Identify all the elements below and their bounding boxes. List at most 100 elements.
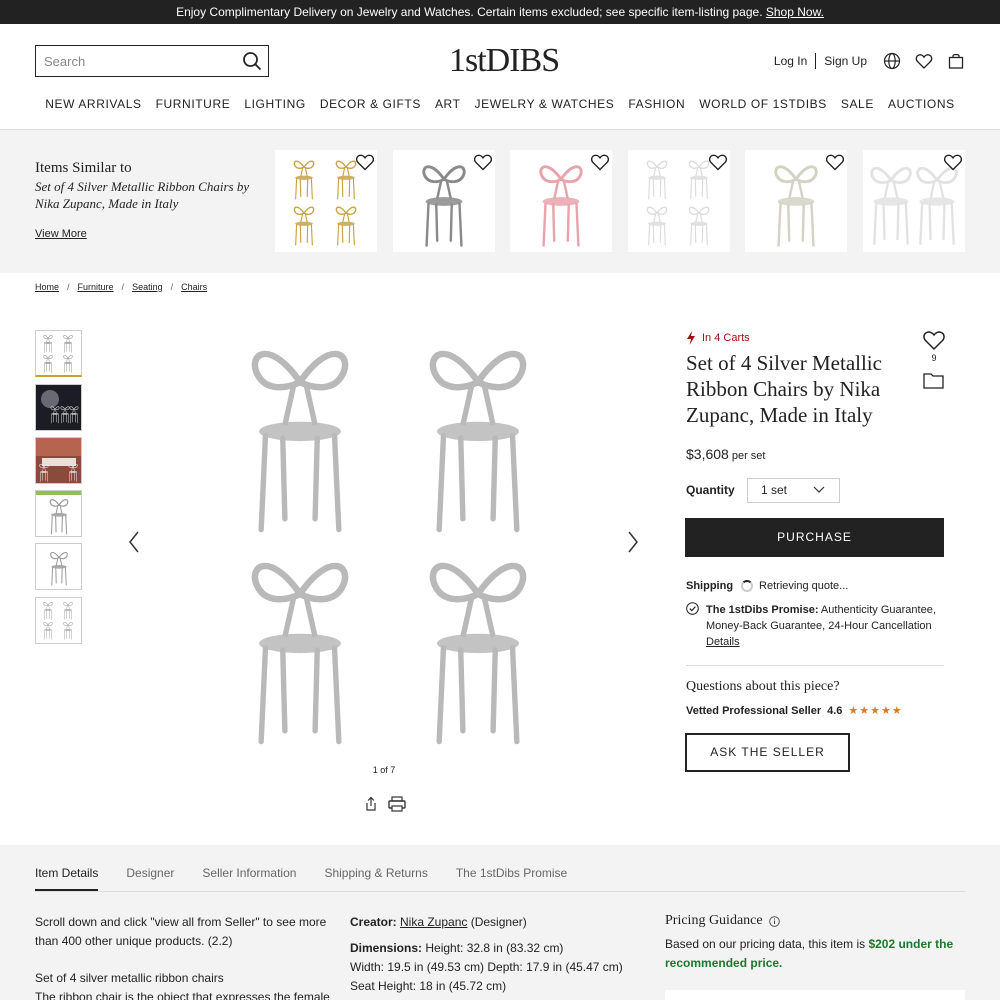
gallery-thumbnail[interactable]: [35, 543, 82, 590]
login-link[interactable]: Log In: [774, 54, 807, 68]
creator-link[interactable]: Nika Zupanc: [400, 915, 467, 929]
chair-image: [43, 334, 73, 373]
main-product-image[interactable]: [230, 330, 560, 750]
description-paragraph: The ribbon chair is the object that expr…: [35, 990, 330, 1000]
breadcrumb-separator: /: [67, 282, 70, 292]
nav-furniture[interactable]: FURNITURE: [156, 97, 231, 111]
ask-the-seller-button[interactable]: ASK THE SELLER: [685, 733, 850, 772]
description-paragraph: Set of 4 silver metallic ribbon chairs: [35, 971, 224, 985]
promise-title: The 1stDibs Promise:: [706, 604, 819, 616]
chair-image: [50, 551, 68, 586]
pricing-title: Pricing Guidance: [665, 913, 763, 928]
similar-item-card[interactable]: [628, 150, 730, 252]
nav-decor-gifts[interactable]: DECOR & GIFTS: [320, 97, 421, 111]
quantity-select[interactable]: 1 set: [747, 478, 840, 503]
creator-role: (Designer): [467, 915, 527, 929]
favorite-heart-icon[interactable]: [943, 152, 963, 172]
questions-heading: Questions about this piece?: [686, 679, 840, 694]
in-carts-badge: In 4 Carts: [686, 331, 750, 345]
favorite-heart-icon[interactable]: [355, 152, 375, 172]
similar-subtitle: Set of 4 Silver Metallic Ribbon Chairs b…: [35, 179, 250, 211]
nav-jewelry-watches[interactable]: JEWELRY & WATCHES: [475, 97, 615, 111]
shop-now-link[interactable]: Shop Now.: [766, 5, 824, 19]
nav-art[interactable]: ART: [435, 97, 461, 111]
breadcrumb-home[interactable]: Home: [35, 282, 59, 292]
lightning-icon: [687, 331, 695, 345]
nav-world-of-1stdibs[interactable]: WORLD OF 1STDIBS: [699, 97, 827, 111]
favorite-heart-icon[interactable]: [590, 152, 610, 172]
nav-fashion[interactable]: FASHION: [628, 97, 685, 111]
breadcrumb-separator: /: [170, 282, 174, 292]
tab-seller-information[interactable]: Seller Information: [202, 866, 296, 891]
dimensions-label: Dimensions:: [350, 941, 426, 955]
similar-item-card[interactable]: [863, 150, 965, 252]
gallery-thumbnail[interactable]: [35, 437, 82, 484]
seller-rating-row: Vetted Professional Seller 4.6 ★★★★★: [686, 704, 903, 718]
folder-icon[interactable]: [923, 372, 944, 389]
dimension-width-depth: Width: 19.5 in (49.53 cm) Depth: 17.9 in…: [350, 960, 623, 974]
breadcrumb-furniture[interactable]: Furniture: [78, 282, 114, 292]
tab-designer[interactable]: Designer: [126, 866, 174, 891]
previous-image-arrow-icon[interactable]: [127, 530, 141, 554]
chair-image: [43, 601, 73, 640]
check-circle-icon: [686, 602, 699, 615]
scene-image: [41, 390, 79, 424]
globe-icon[interactable]: [883, 52, 901, 70]
loading-spinner-icon: [741, 580, 754, 592]
similar-item-card[interactable]: [745, 150, 847, 252]
info-icon[interactable]: [768, 915, 780, 927]
promo-text: Enjoy Complimentary Delivery on Jewelry …: [176, 5, 766, 19]
creator-row: Creator: Nika Zupanc (Designer): [350, 913, 650, 932]
similar-title: Items Similar to: [35, 160, 132, 176]
similar-item-card[interactable]: [275, 150, 377, 252]
favorite-heart-icon[interactable]: [922, 328, 946, 352]
view-more-link[interactable]: View More: [35, 228, 87, 240]
purchase-button[interactable]: PURCHASE: [685, 518, 944, 557]
nav-auctions[interactable]: AUCTIONS: [888, 97, 955, 111]
tab-shipping-returns[interactable]: Shipping & Returns: [324, 866, 427, 891]
nav-sale[interactable]: SALE: [841, 97, 874, 111]
tab-item-details[interactable]: Item Details: [35, 866, 99, 891]
signup-link[interactable]: Sign Up: [824, 54, 867, 68]
gallery-thumbnail[interactable]: [35, 490, 82, 537]
similar-items-strip: Items Similar to Set of 4 Silver Metalli…: [0, 130, 1000, 273]
details-tabs: Item Details Designer Seller Information…: [35, 866, 965, 892]
dimension-height: Height: 32.8 in (83.32 cm): [425, 941, 564, 955]
nav-new-arrivals[interactable]: NEW ARRIVALS: [45, 97, 141, 111]
gallery-thumbnail[interactable]: [35, 330, 82, 377]
item-details-section: Item Details Designer Seller Information…: [0, 845, 1000, 1000]
share-icon[interactable]: [363, 796, 379, 812]
site-logo[interactable]: 1stDIBS: [449, 42, 560, 80]
search-box: [35, 45, 269, 77]
favorite-heart-icon[interactable]: [473, 152, 493, 172]
shopping-bag-icon[interactable]: [947, 52, 965, 70]
in-carts-text: In 4 Carts: [702, 332, 750, 344]
gallery-thumbnail[interactable]: [35, 384, 82, 431]
promise-details-link[interactable]: Details: [706, 636, 740, 648]
gallery-thumbnail[interactable]: [35, 597, 82, 644]
tab-1stdibs-promise[interactable]: The 1stDibs Promise: [456, 866, 567, 891]
favorites-count: 9: [931, 353, 937, 363]
search-icon[interactable]: [242, 51, 262, 71]
favorite-heart-icon[interactable]: [708, 152, 728, 172]
similar-item-card[interactable]: [393, 150, 495, 252]
similar-item-card[interactable]: [510, 150, 612, 252]
product-price: $3,608 per set: [686, 446, 765, 462]
shipping-row: Shipping Retrieving quote...: [686, 580, 848, 592]
breadcrumb-chairs[interactable]: Chairs: [181, 282, 207, 292]
pricing-text: Based on our pricing data, this item is: [665, 937, 869, 951]
divider: [815, 53, 817, 69]
description-paragraph: Scroll down and click "view all from Sel…: [35, 915, 327, 948]
print-icon[interactable]: [388, 796, 406, 812]
nav-lighting[interactable]: LIGHTING: [244, 97, 305, 111]
heart-icon[interactable]: [915, 52, 933, 70]
next-image-arrow-icon[interactable]: [626, 530, 640, 554]
favorite-heart-icon[interactable]: [825, 152, 845, 172]
pricing-card: [665, 990, 965, 1000]
promise-block: The 1stDibs Promise: Authenticity Guaran…: [686, 602, 944, 650]
breadcrumb-seating[interactable]: Seating: [132, 282, 163, 292]
promo-banner: Enjoy Complimentary Delivery on Jewelry …: [0, 0, 1000, 24]
breadcrumb: Home / Furniture / Seating / Chairs: [35, 282, 207, 292]
main-nav: NEW ARRIVALS FURNITURE LIGHTING DECOR & …: [0, 97, 1000, 111]
search-input[interactable]: [36, 46, 226, 76]
